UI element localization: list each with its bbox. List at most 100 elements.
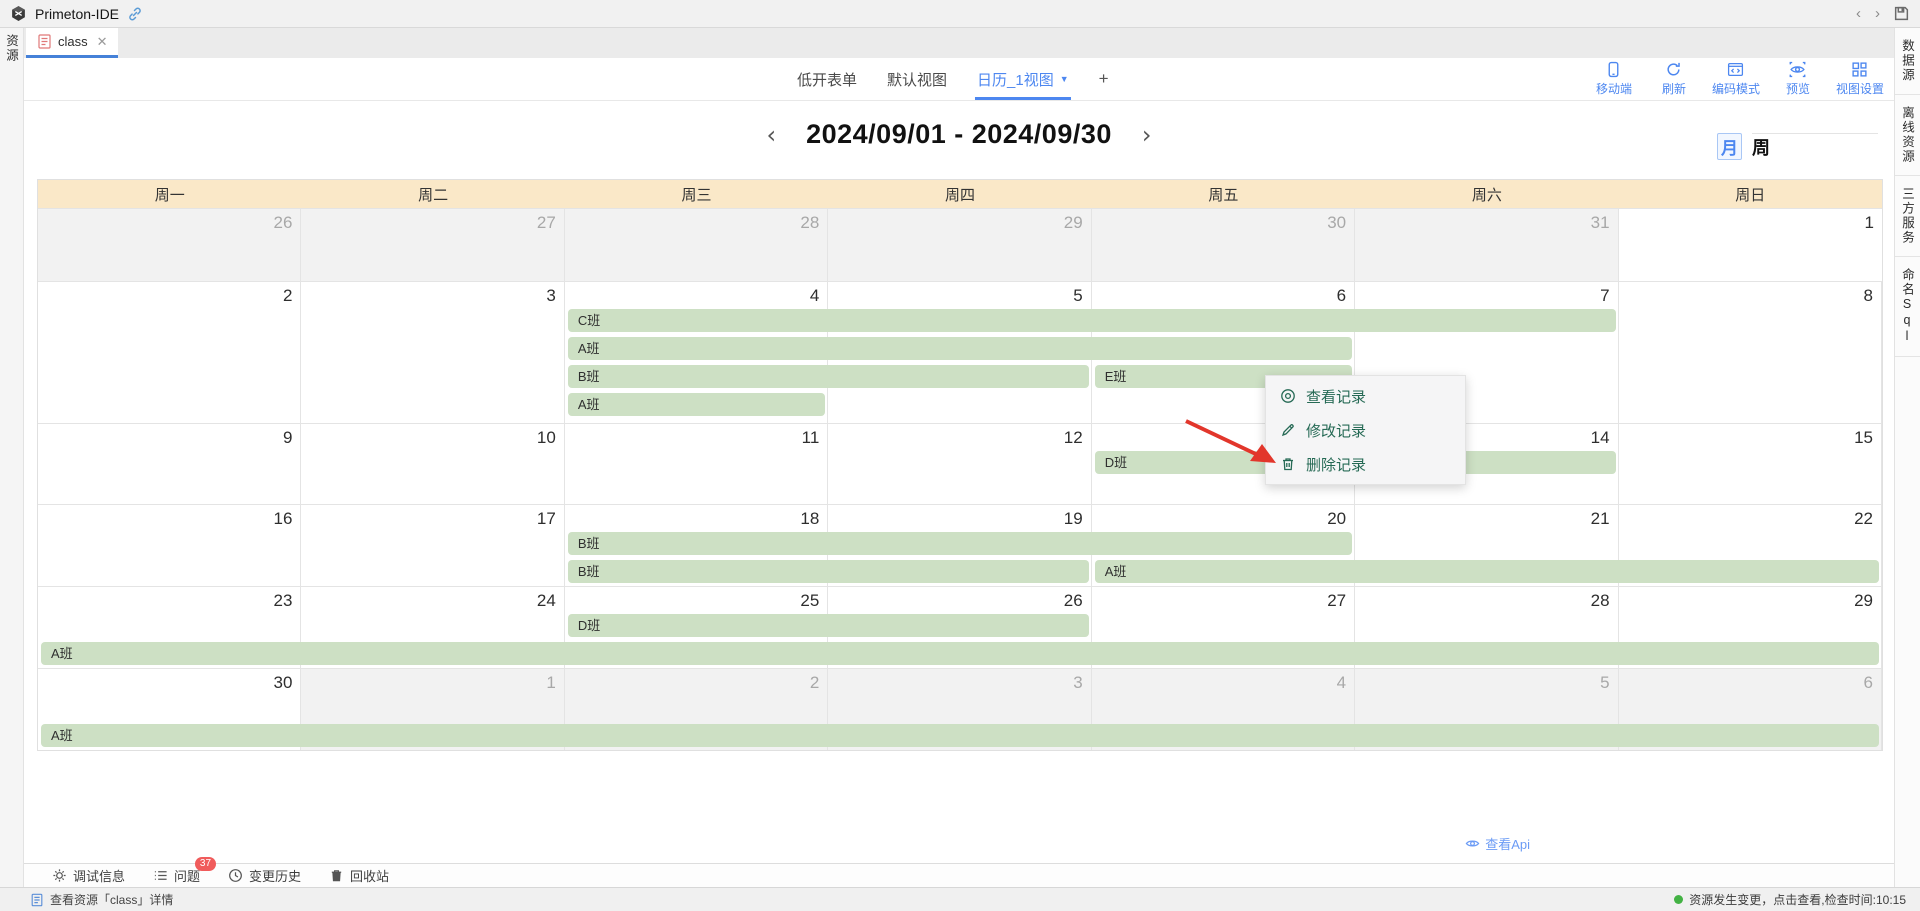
calendar-event-bar[interactable]: A班 [568, 337, 1352, 360]
statusbar-left[interactable]: 查看资源「class」详情 [30, 891, 173, 908]
toolbar-action-2[interactable]: 编码模式 [1712, 61, 1760, 97]
day-number: 24 [537, 591, 556, 610]
link-icon[interactable] [127, 6, 143, 22]
calendar-event-bar[interactable]: A班 [41, 642, 1879, 665]
view-tab-2[interactable]: 日历_1视图▼ [977, 58, 1069, 100]
day-cell[interactable]: 17 [301, 505, 564, 586]
bottom-toolbar-item-label: 调试信息 [73, 866, 125, 885]
day-cell[interactable]: 16 [38, 505, 301, 586]
day-number: 15 [1854, 428, 1873, 447]
add-view-button[interactable]: + [1099, 69, 1109, 89]
view-tab-label: 低开表单 [797, 69, 857, 90]
day-number: 18 [800, 509, 819, 528]
toolbar-action-0[interactable]: 移动端 [1592, 61, 1636, 97]
calendar-event-bar[interactable]: B班 [568, 365, 1089, 388]
editor-tab-class[interactable]: class ✕ [26, 28, 118, 58]
day-cell[interactable]: 29 [828, 209, 1091, 281]
sidebar-tab-resources[interactable]: 资源 [2, 34, 21, 63]
calendar-weeks: 26272829303112345678C班A班B班E班A班9101112131… [38, 208, 1882, 750]
day-cell[interactable]: 3 [301, 282, 564, 423]
date-range-label: 2024/09/01 - 2024/09/30 [806, 119, 1112, 150]
app-logo-icon [10, 5, 27, 22]
statusbar-right[interactable]: 资源发生变更，点击查看,检查时间:10:15 [1674, 891, 1906, 908]
day-cell[interactable]: 15 [1619, 424, 1882, 504]
view-api-link[interactable]: 查看Api [1465, 834, 1530, 853]
calendar-event-bar[interactable]: A班 [568, 393, 825, 416]
day-number: 28 [1591, 591, 1610, 610]
right-sidebar-tab-2[interactable]: 三方服务 [1895, 176, 1920, 257]
bottom-toolbar-item-2[interactable]: 变更历史 [228, 866, 301, 885]
toolbar-action-1[interactable]: 刷新 [1652, 61, 1696, 97]
week-row-5: 30123456A班 [38, 668, 1882, 750]
day-cell[interactable]: 30 [1092, 209, 1355, 281]
day-cell[interactable]: 28 [565, 209, 828, 281]
prev-month-button[interactable]: ‹ [767, 121, 777, 149]
bottom-toolbar-item-1[interactable]: 问题37 [153, 866, 200, 885]
context-menu-item-1[interactable]: 修改记录 [1266, 413, 1465, 447]
day-cell[interactable]: 31 [1355, 209, 1618, 281]
close-tab-icon[interactable]: ✕ [97, 34, 108, 50]
day-number: 6 [1337, 286, 1346, 305]
bottom-toolbar: 调试信息 问题37 变更历史 回收站 [24, 863, 1894, 887]
view-tab-0[interactable]: 低开表单 [797, 58, 857, 100]
toolbar-action-label: 预览 [1786, 80, 1810, 97]
day-cell[interactable]: 26 [38, 209, 301, 281]
day-number: 2 [283, 286, 292, 305]
calendar-nav: ‹ 2024/09/01 - 2024/09/30 › [767, 119, 1152, 150]
weekday-label: 周二 [301, 180, 564, 208]
toolbar-actions: 移动端刷新编码模式预览 视图设置 [1592, 61, 1884, 97]
calendar-event-bar[interactable]: D班 [568, 614, 1089, 637]
calendar-event-bar[interactable]: B班 [568, 532, 1352, 555]
week-row-0: 26 27 28 29 30311 [38, 208, 1882, 281]
month-calendar: 周一周二周三周四周五周六周日 26272829303112345678C班A班B… [37, 179, 1883, 751]
day-cell[interactable]: 2 [38, 282, 301, 423]
day-cell[interactable]: 1 [1619, 209, 1882, 281]
calendar-event-bar[interactable]: A班 [1095, 560, 1879, 583]
day-number: 29 [1064, 213, 1083, 232]
right-sidebar-tab-label: 数据源 [1898, 39, 1917, 83]
weekday-label: 周日 [1619, 180, 1882, 208]
right-sidebar-tab-3[interactable]: 命名Sql [1895, 257, 1920, 357]
editor-tabbar: class ✕ [24, 28, 1894, 58]
right-sidebar-tab-0[interactable]: 数据源 [1895, 28, 1920, 95]
context-menu-item-2[interactable]: 删除记录 [1266, 447, 1465, 481]
primeton-ide-window: Primeton-IDE ‹ › 资源 class ✕ [0, 0, 1920, 911]
day-number: 27 [537, 213, 556, 232]
history-forward-button[interactable]: › [1868, 5, 1887, 22]
day-cell[interactable]: 10 [301, 424, 564, 504]
calendar-event-bar[interactable]: A班 [41, 724, 1879, 747]
day-cell[interactable]: 12 [828, 424, 1091, 504]
calendar-event-bar[interactable]: B班 [568, 560, 1089, 583]
context-menu-item-0[interactable]: 查看记录 [1266, 379, 1465, 413]
problems-count-badge: 37 [195, 857, 216, 871]
day-number: 8 [1864, 286, 1873, 305]
day-number: 25 [800, 591, 819, 610]
day-cell[interactable]: 11 [565, 424, 828, 504]
bottom-toolbar-item-3[interactable]: 回收站 [329, 866, 389, 885]
day-cell[interactable]: 8 [1619, 282, 1882, 423]
day-cell[interactable]: 27 [301, 209, 564, 281]
day-number: 9 [283, 428, 292, 447]
right-sidebar-tab-1[interactable]: 离线资源 [1895, 95, 1920, 176]
debug-icon [52, 868, 67, 883]
week-toggle-button[interactable]: 周 [1752, 133, 1878, 160]
save-icon[interactable] [1893, 5, 1910, 22]
day-cell[interactable]: 9 [38, 424, 301, 504]
day-number: 26 [274, 213, 293, 232]
history-back-button[interactable]: ‹ [1849, 5, 1868, 22]
toolbar-action-4[interactable]: 视图设置 [1836, 61, 1884, 97]
chevron-down-icon[interactable]: ▼ [1060, 74, 1069, 84]
context-menu-item-label: 修改记录 [1306, 420, 1366, 441]
day-number: 14 [1591, 428, 1610, 447]
calendar-canvas: ‹ 2024/09/01 - 2024/09/30 › 月 周 周一周二周三周四… [24, 101, 1894, 863]
month-toggle-button[interactable]: 月 [1717, 133, 1742, 160]
bottom-toolbar-item-0[interactable]: 调试信息 [52, 866, 125, 885]
day-number: 2 [810, 673, 819, 692]
calendar-event-bar[interactable]: C班 [568, 309, 1616, 332]
day-number: 5 [1600, 673, 1609, 692]
eye-icon [1465, 836, 1480, 851]
toolbar-action-3[interactable]: 预览 [1776, 61, 1820, 97]
form-document-icon [38, 34, 51, 49]
next-month-button[interactable]: › [1142, 121, 1152, 149]
view-tab-1[interactable]: 默认视图 [887, 58, 947, 100]
